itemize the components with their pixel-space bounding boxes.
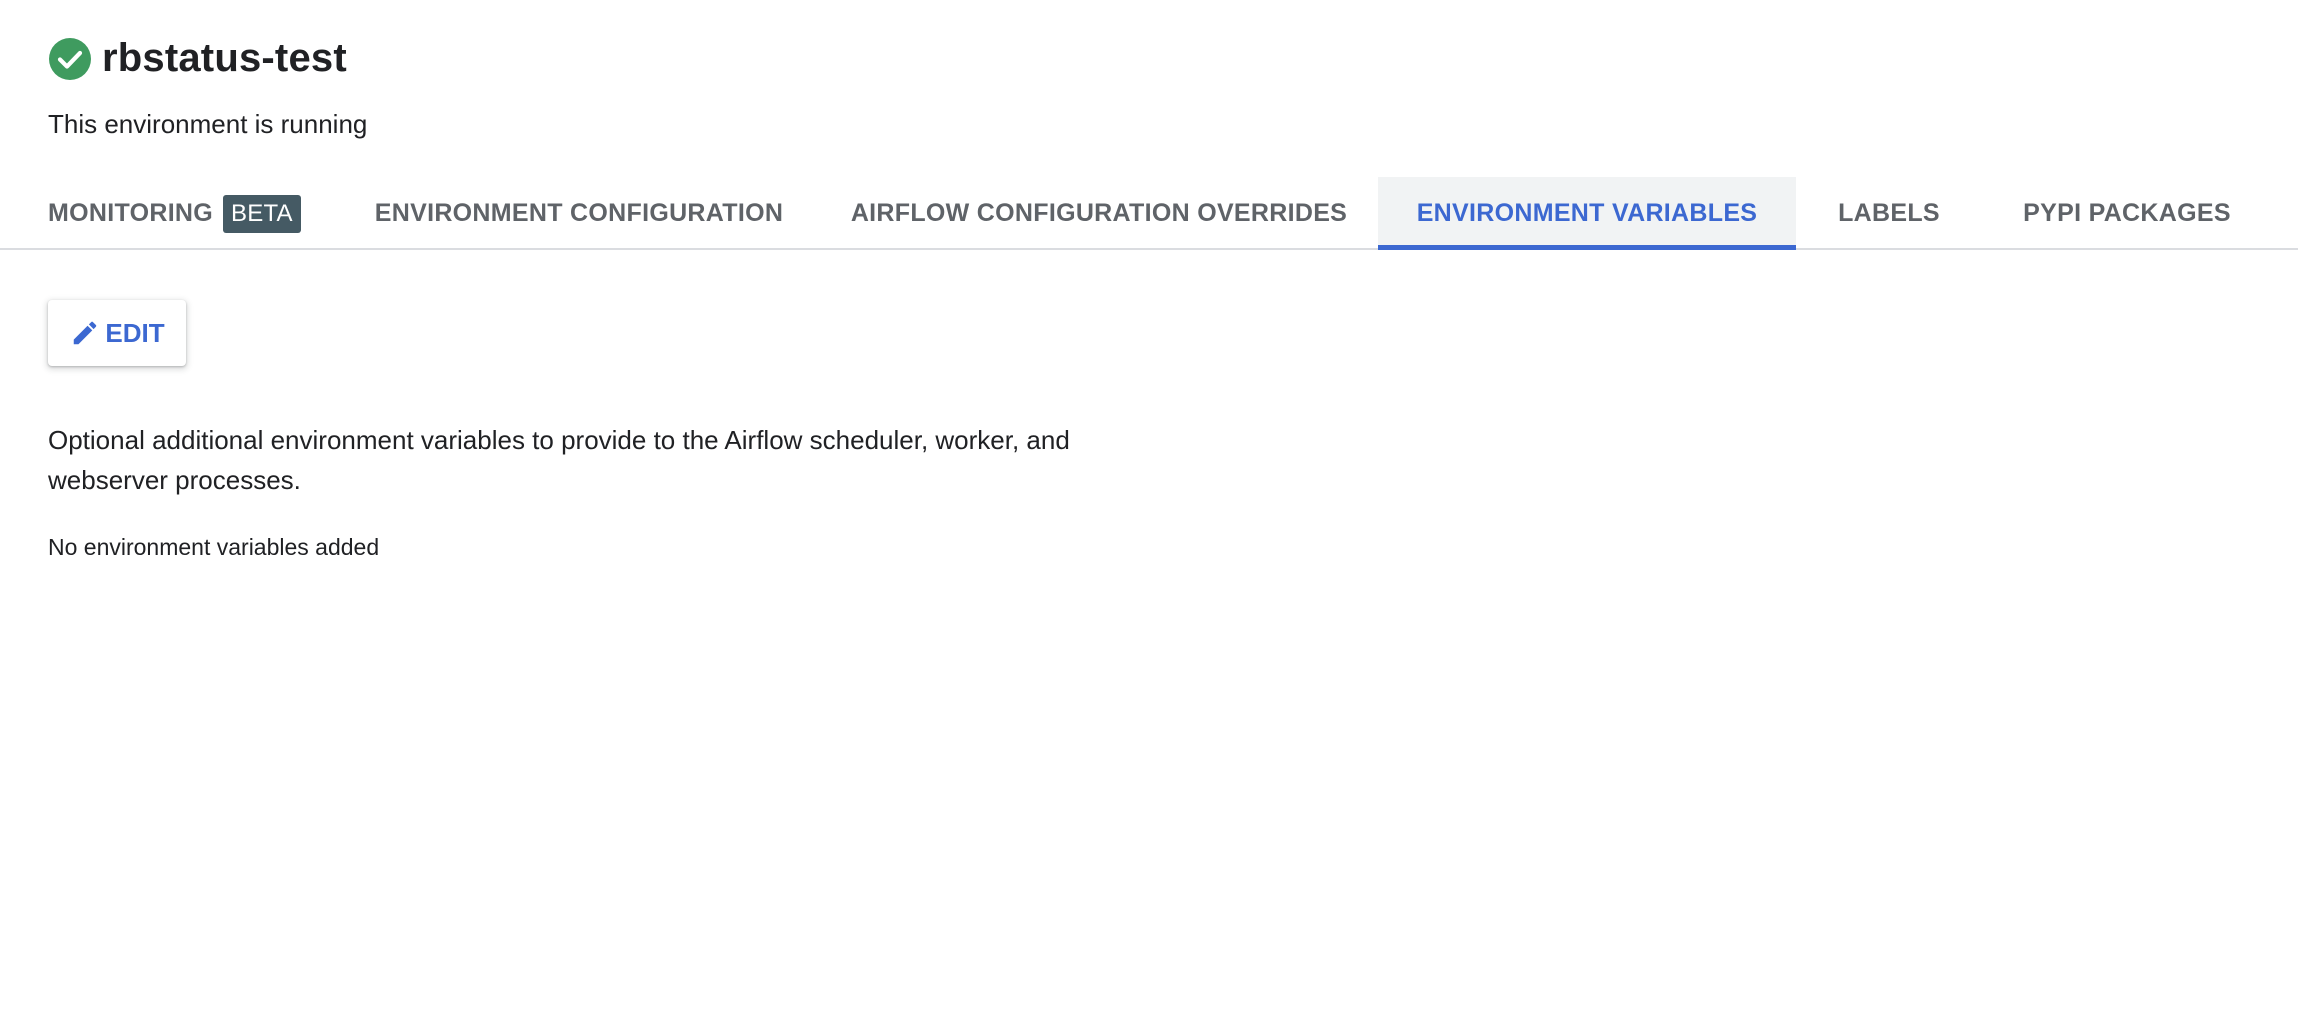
environment-header: rbstatus-test — [48, 36, 347, 81]
tab-pypi-packages[interactable]: PYPI PACKAGES — [1998, 177, 2256, 250]
tab-monitoring[interactable]: MONITORING BETA — [48, 177, 301, 250]
tab-label: LABELS — [1838, 199, 1940, 227]
tab-labels[interactable]: LABELS — [1818, 177, 1960, 250]
page-title: rbstatus-test — [102, 36, 347, 80]
tab-bar: MONITORING BETA ENVIRONMENT CONFIGURATIO… — [0, 177, 2298, 250]
environment-status-text: This environment is running — [48, 109, 368, 139]
tab-label: PYPI PACKAGES — [2023, 199, 2231, 227]
edit-button-label: EDIT — [105, 317, 165, 348]
section-description: Optional additional environment variable… — [48, 425, 1070, 495]
tab-airflow-configuration-overrides[interactable]: AIRFLOW CONFIGURATION OVERRIDES — [842, 177, 1356, 250]
tab-environment-configuration[interactable]: ENVIRONMENT CONFIGURATION — [354, 177, 804, 250]
tab-label: ENVIRONMENT VARIABLES — [1416, 199, 1758, 227]
check-circle-icon — [48, 37, 92, 81]
tab-environment-variables[interactable]: ENVIRONMENT VARIABLES — [1378, 177, 1796, 250]
empty-state-message: No environment variables added — [48, 534, 380, 560]
pencil-icon — [69, 317, 101, 349]
tab-label: MONITORING — [48, 199, 214, 227]
tab-label: AIRFLOW CONFIGURATION OVERRIDES — [850, 199, 1348, 227]
tab-label: ENVIRONMENT CONFIGURATION — [374, 199, 784, 227]
beta-badge: BETA — [223, 194, 301, 233]
edit-button[interactable]: EDIT — [48, 300, 186, 366]
